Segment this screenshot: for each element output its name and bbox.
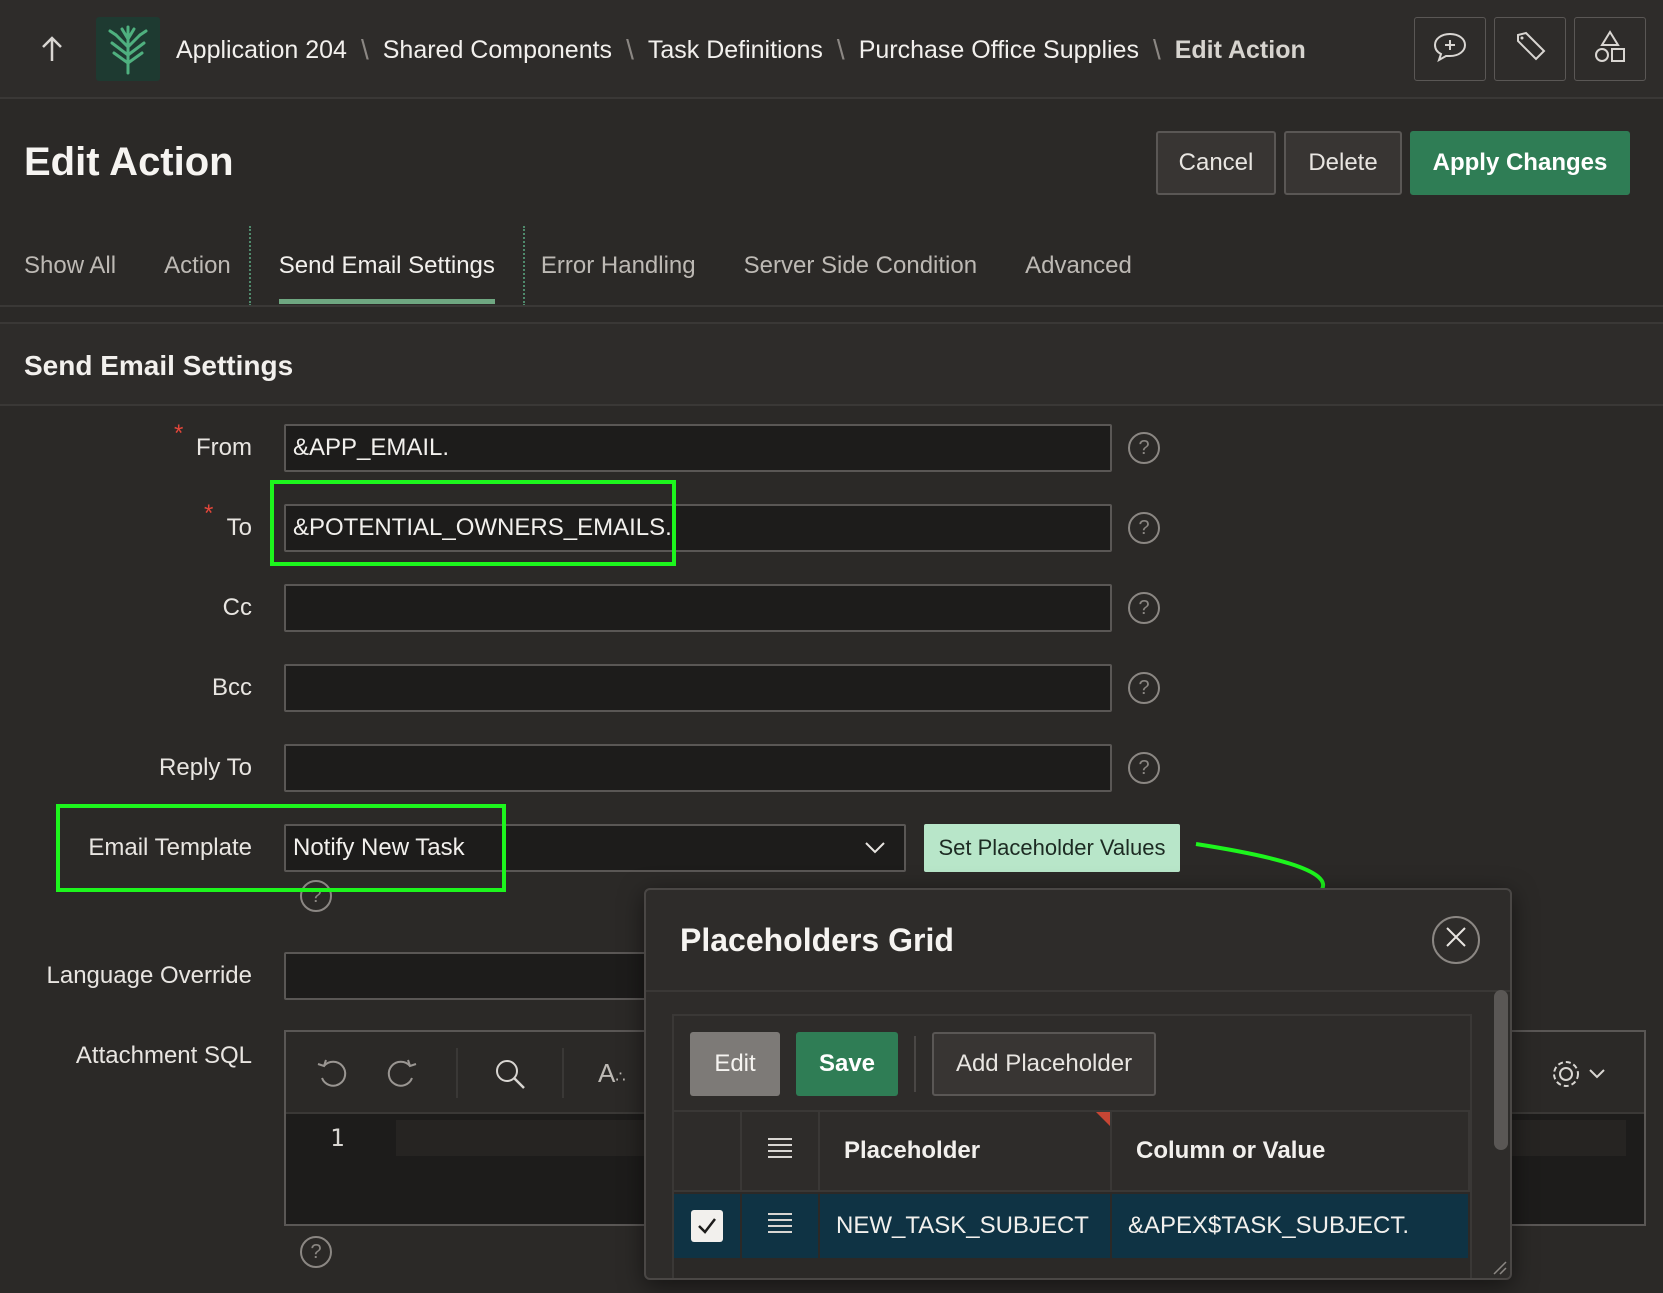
breadcrumb-item[interactable]: Purchase Office Supplies [859, 36, 1139, 65]
tab-bar: Show All Action Send Email Settings Erro… [24, 226, 1132, 306]
tab-divider [522, 226, 525, 306]
page-title: Edit Action [24, 140, 234, 184]
tab-action[interactable]: Action [164, 240, 231, 304]
placeholder-cell[interactable]: NEW_TASK_SUBJECT [820, 1194, 1112, 1258]
help-icon[interactable]: ? [1128, 752, 1160, 784]
tab-show-all[interactable]: Show All [24, 240, 116, 304]
close-button[interactable] [1432, 916, 1480, 964]
shapes-icon [1592, 29, 1628, 70]
close-icon [1444, 923, 1468, 957]
row-menu-icon [767, 1212, 793, 1241]
grid-toolbar: Edit Save Add Placeholder [674, 1016, 1470, 1112]
edit-page-button[interactable] [1494, 17, 1566, 81]
top-bar: Application 204 \ Shared Components \ Ta… [0, 0, 1663, 99]
shared-components-button[interactable] [1574, 17, 1646, 81]
language-override-field[interactable] [284, 952, 684, 1000]
placeholders-grid: Edit Save Add Placeholder Placeholder Co… [672, 1014, 1472, 1278]
dialog-title: Placeholders Grid [680, 922, 954, 958]
breadcrumb-separator: \ [360, 34, 369, 65]
tab-divider [248, 226, 251, 306]
toolbar-separator [914, 1036, 916, 1092]
text-format-icon[interactable]: A∴ [598, 1058, 626, 1089]
grid-header-select [674, 1112, 742, 1192]
tab-advanced[interactable]: Advanced [1025, 240, 1132, 304]
region-title: Send Email Settings [24, 350, 294, 381]
from-field[interactable]: &APP_EMAIL. [284, 424, 1112, 472]
help-icon[interactable]: ? [300, 1236, 332, 1268]
delete-button[interactable]: Delete [1284, 131, 1402, 195]
breadcrumb-current: Edit Action [1174, 35, 1306, 64]
toolbar-separator [456, 1048, 458, 1098]
grid-header-actions[interactable] [742, 1112, 820, 1192]
chevron-down-icon [864, 834, 886, 862]
bcc-label: Bcc [211, 674, 252, 701]
to-highlight-box [270, 480, 676, 566]
breadcrumb-item[interactable]: Shared Components [383, 36, 612, 65]
column-header-placeholder[interactable]: Placeholder [820, 1112, 1112, 1192]
row-menu-icon [767, 1137, 793, 1166]
breadcrumb-separator: \ [626, 34, 634, 65]
app-logo-icon[interactable] [96, 17, 160, 81]
gear-icon[interactable] [1550, 1056, 1610, 1099]
column-or-value-cell[interactable]: &APEX$TASK_SUBJECT. [1112, 1194, 1470, 1258]
to-label: To [226, 514, 252, 541]
dialog-scrollbar[interactable] [1494, 990, 1508, 1150]
dialog-divider [646, 990, 1510, 992]
up-arrow-icon[interactable] [38, 34, 66, 64]
check-icon[interactable] [691, 1210, 723, 1242]
code-line-number: 1 [330, 1124, 345, 1152]
email-template-highlight-box [56, 804, 506, 892]
undo-icon[interactable] [314, 1056, 350, 1099]
reply-to-field[interactable] [284, 744, 1112, 792]
breadcrumb-separator: \ [836, 34, 845, 65]
grid-save-button[interactable]: Save [796, 1032, 898, 1096]
column-header-column-or-value[interactable]: Column or Value [1112, 1112, 1470, 1192]
tab-error-handling[interactable]: Error Handling [541, 240, 696, 304]
feedback-button[interactable] [1414, 17, 1486, 81]
help-icon[interactable]: ? [1128, 512, 1160, 544]
breadcrumb-item[interactable]: Application 204 [176, 36, 347, 65]
cancel-button[interactable]: Cancel [1156, 131, 1276, 195]
cc-label: Cc [222, 594, 252, 621]
attachment-sql-label: Attachment SQL [75, 1042, 252, 1069]
breadcrumb: Application 204 \ Shared Components \ Ta… [176, 32, 1306, 68]
reply-to-label: Reply To [159, 754, 252, 781]
breadcrumb-item[interactable]: Task Definitions [648, 36, 823, 65]
sort-indicator-icon [1096, 1112, 1110, 1126]
help-icon[interactable]: ? [1128, 672, 1160, 704]
apply-changes-button[interactable]: Apply Changes [1410, 131, 1630, 195]
placeholders-dialog: Placeholders Grid Edit Save Add Placehol… [644, 888, 1512, 1280]
add-placeholder-button[interactable]: Add Placeholder [932, 1032, 1156, 1096]
breadcrumb-separator: \ [1152, 34, 1161, 65]
cc-field[interactable] [284, 584, 1112, 632]
toolbar-separator [562, 1048, 564, 1098]
tabs-divider [0, 305, 1663, 307]
grid-edit-button[interactable]: Edit [690, 1032, 780, 1096]
edit-icon [1512, 29, 1548, 70]
language-override-label: Language Override [46, 962, 252, 989]
redo-icon[interactable] [384, 1056, 420, 1099]
resize-handle-icon[interactable] [1492, 1260, 1508, 1276]
tab-server-side-condition[interactable]: Server Side Condition [744, 240, 977, 304]
tab-send-email-settings[interactable]: Send Email Settings [278, 240, 496, 304]
row-actions-cell[interactable] [742, 1194, 820, 1258]
feedback-icon [1432, 30, 1468, 69]
from-value: &APP_EMAIL. [293, 434, 450, 461]
search-icon[interactable] [492, 1056, 528, 1099]
row-select-cell[interactable] [674, 1194, 742, 1258]
help-icon[interactable]: ? [1128, 432, 1160, 464]
bcc-field[interactable] [284, 664, 1112, 712]
from-label: From [196, 434, 252, 461]
region-header: Send Email Settings [0, 322, 1663, 406]
help-icon[interactable]: ? [1128, 592, 1160, 624]
